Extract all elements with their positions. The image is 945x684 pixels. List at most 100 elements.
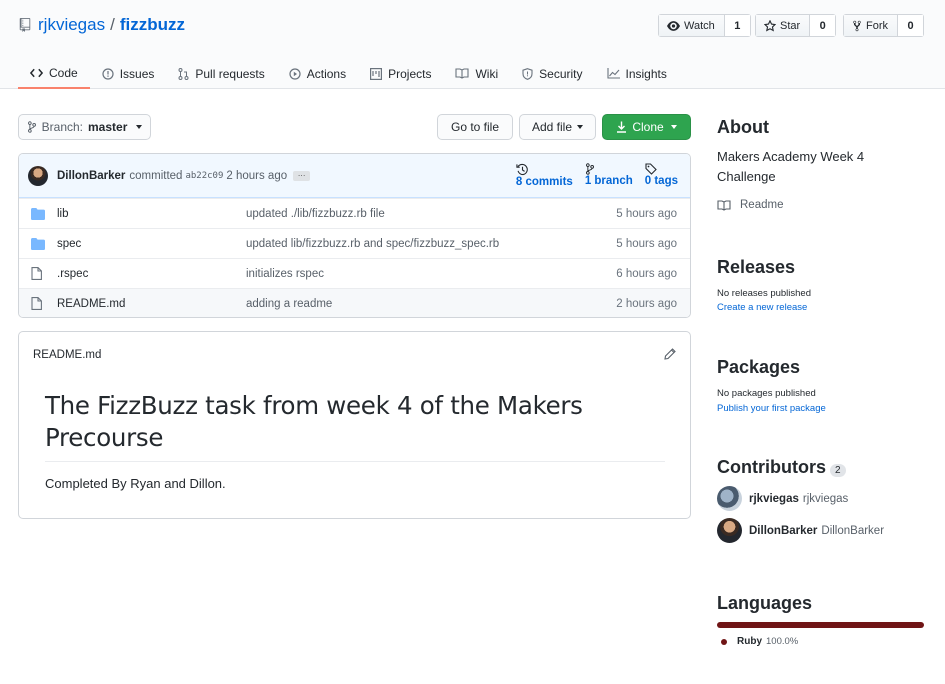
commits-link[interactable]: 8 commits — [516, 163, 573, 188]
add-file-button[interactable]: Add file — [519, 114, 596, 140]
play-icon — [289, 67, 301, 80]
caret-down-icon — [136, 125, 143, 129]
branch-select-button[interactable]: Branch: master — [18, 114, 151, 140]
tab-label: Security — [539, 66, 583, 81]
branches-count: 1 branch — [584, 175, 633, 187]
tab-wiki[interactable]: Wiki — [443, 58, 510, 89]
packages-title[interactable]: Packages — [717, 357, 924, 378]
create-release-link[interactable]: Create a new release — [717, 302, 924, 313]
readme-link-label: Readme — [740, 199, 784, 211]
latest-commit-bar: DillonBarker committed ab22c09 2 hours a… — [19, 154, 690, 198]
issue-icon — [102, 67, 114, 80]
star-button[interactable]: Star 0 — [755, 14, 837, 37]
project-icon — [370, 67, 383, 80]
publish-package-link[interactable]: Publish your first package — [717, 403, 924, 414]
watch-button[interactable]: Watch 1 — [658, 14, 751, 37]
file-icon — [31, 267, 57, 280]
readme-body: Completed By Ryan and Dillon. — [45, 476, 226, 491]
packages-empty: No packages published — [717, 388, 816, 399]
file-commit-message[interactable]: initializes rspec — [246, 268, 616, 280]
branch-icon — [585, 163, 633, 175]
file-commit-message[interactable]: updated lib/fizzbuzz.rb and spec/fizzbuz… — [246, 238, 616, 250]
table-row[interactable]: .rspec initializes rspec 6 hours ago — [19, 258, 690, 288]
repo-owner-link[interactable]: rjkviegas — [38, 15, 105, 35]
fork-icon — [852, 20, 862, 32]
fork-label: Fork — [866, 19, 888, 32]
about-title: About — [717, 117, 769, 137]
languages-title: Languages — [717, 593, 813, 613]
caret-down-icon — [670, 125, 677, 129]
caret-down-icon — [577, 125, 584, 129]
history-icon — [516, 163, 573, 176]
fork-count[interactable]: 0 — [898, 15, 923, 36]
contributors-title[interactable]: Contributors 2 — [717, 457, 924, 478]
avatar[interactable] — [28, 165, 48, 186]
table-row[interactable]: lib updated ./lib/fizzbuzz.rb file 5 hou… — [19, 198, 690, 228]
tab-code[interactable]: Code — [18, 58, 90, 89]
tab-security[interactable]: Security — [510, 58, 594, 89]
code-icon — [30, 68, 43, 78]
tab-label: Code — [49, 65, 78, 80]
file-icon — [31, 297, 57, 310]
repo-name-link[interactable]: fizzbuzz — [120, 15, 185, 35]
avatar[interactable] — [717, 486, 742, 511]
tab-label: Insights — [625, 66, 667, 81]
contributor-name: DillonBarker — [821, 524, 885, 537]
contributor-login[interactable]: rjkviegas — [749, 493, 799, 505]
tab-actions[interactable]: Actions — [277, 58, 358, 89]
commit-sha[interactable]: ab22c09 — [185, 171, 223, 181]
tab-pull-requests[interactable]: Pull requests — [166, 58, 276, 89]
table-row[interactable]: README.md adding a readme 2 hours ago — [19, 288, 690, 317]
contributors-label: Contributors — [717, 457, 826, 477]
file-name[interactable]: spec — [57, 238, 246, 250]
contributor-item[interactable]: DillonBarker DillonBarker — [717, 518, 924, 543]
pencil-icon[interactable] — [664, 348, 676, 360]
commit-author[interactable]: DillonBarker — [57, 170, 125, 182]
tab-issues[interactable]: Issues — [90, 58, 167, 89]
repo-icon — [19, 18, 31, 32]
releases-title[interactable]: Releases — [717, 257, 924, 278]
file-commit-message[interactable]: adding a readme — [246, 298, 616, 310]
watch-label: Watch — [684, 19, 715, 32]
folder-icon — [31, 237, 57, 250]
branch-icon — [27, 121, 37, 133]
graph-icon — [606, 68, 620, 79]
file-name[interactable]: lib — [57, 208, 246, 220]
shield-icon — [522, 67, 533, 80]
star-count[interactable]: 0 — [810, 15, 836, 36]
file-name[interactable]: .rspec — [57, 268, 246, 280]
contributor-name: rjkviegas — [802, 492, 849, 505]
tags-count: 0 tags — [644, 175, 678, 187]
file-name[interactable]: README.md — [57, 298, 246, 310]
file-age: 5 hours ago — [616, 207, 677, 220]
tab-label: Wiki — [475, 66, 499, 81]
fork-button[interactable]: Fork 0 — [843, 14, 924, 37]
add-file-label: Add file — [531, 120, 573, 134]
commit-ellipsis-button[interactable]: … — [293, 169, 311, 181]
commits-count: 8 commits — [515, 176, 573, 188]
contributor-item[interactable]: rjkviegas rjkviegas — [717, 486, 924, 511]
tab-projects[interactable]: Projects — [358, 58, 443, 89]
watch-count[interactable]: 1 — [724, 15, 750, 36]
releases-empty: No releases published — [717, 288, 812, 299]
file-age: 6 hours ago — [616, 267, 677, 280]
tags-link[interactable]: 0 tags — [645, 163, 678, 188]
download-icon — [616, 121, 627, 133]
repo-title: rjkviegas / fizzbuzz — [19, 15, 185, 35]
table-row[interactable]: spec updated lib/fizzbuzz.rb and spec/fi… — [19, 228, 690, 258]
contributors-count: 2 — [829, 464, 846, 477]
readme-link[interactable]: Readme — [717, 199, 924, 211]
go-to-file-button[interactable]: Go to file — [437, 114, 513, 140]
branch-prefix: Branch: — [41, 120, 83, 134]
file-commit-message[interactable]: updated ./lib/fizzbuzz.rb file — [246, 208, 616, 220]
language-percent: 100.0% — [766, 636, 799, 647]
branches-link[interactable]: 1 branch — [585, 163, 633, 188]
clone-button[interactable]: Clone — [602, 114, 691, 140]
language-name: Ruby — [737, 636, 762, 647]
repo-tabs: Code Issues Pull requests Actions Projec… — [18, 58, 679, 89]
avatar[interactable] — [717, 518, 742, 543]
tab-insights[interactable]: Insights — [595, 58, 679, 89]
language-item[interactable]: Ruby 100.0% — [717, 636, 924, 647]
contributor-login[interactable]: DillonBarker — [749, 525, 817, 537]
readme-heading: The FizzBuzz task from week 4 of the Mak… — [45, 390, 665, 462]
